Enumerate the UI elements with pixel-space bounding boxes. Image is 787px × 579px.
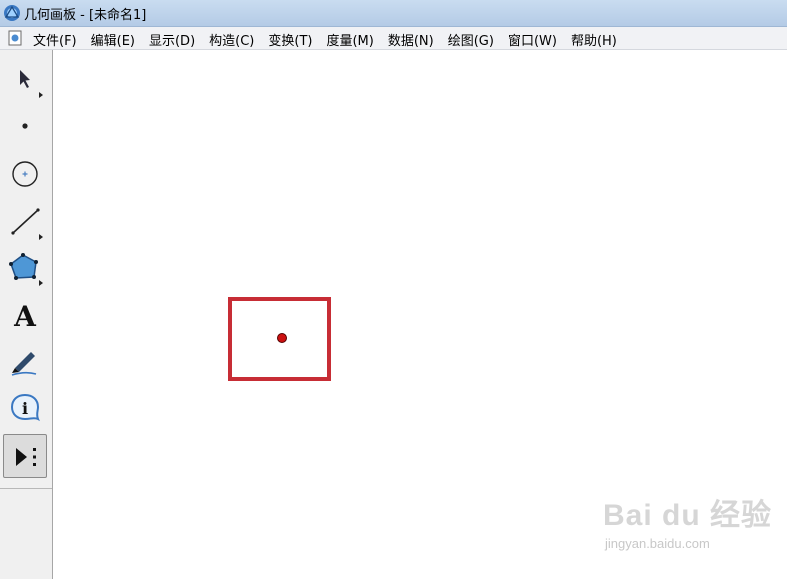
- marker-icon: [11, 352, 37, 376]
- menu-transform[interactable]: 变换(T): [268, 30, 312, 49]
- watermark-logo: Bai du 经验: [603, 499, 773, 532]
- text-tool[interactable]: A: [3, 294, 47, 338]
- compass-tool[interactable]: [3, 152, 47, 196]
- watermark-url: jingyan.baidu.com: [605, 536, 710, 551]
- text-tool-glyph: A: [13, 300, 37, 333]
- point-tool[interactable]: [3, 104, 47, 148]
- compass-icon: [12, 161, 38, 187]
- menu-data[interactable]: 数据(N): [388, 30, 434, 49]
- document-icon[interactable]: [8, 30, 22, 46]
- polygon-icon: [9, 253, 43, 286]
- menu-file[interactable]: 文件(F): [33, 30, 77, 49]
- segment-icon: [11, 208, 43, 240]
- menu-display[interactable]: 显示(D): [149, 30, 195, 49]
- point-icon: [22, 123, 28, 129]
- menu-help[interactable]: 帮助(H): [571, 30, 617, 49]
- menu-items: 文件(F) 编辑(E) 显示(D) 构造(C) 变换(T) 度量(M) 数据(N…: [33, 30, 631, 49]
- arrow-tool[interactable]: [3, 58, 47, 102]
- tool-palette: A i: [0, 50, 53, 579]
- info-icon: i: [10, 393, 40, 422]
- info-tool-glyph: i: [22, 399, 28, 418]
- marker-tool[interactable]: [3, 340, 47, 384]
- menu-window[interactable]: 窗口(W): [508, 30, 557, 49]
- sketch-canvas[interactable]: Bai du 经验 jingyan.baidu.com: [53, 50, 787, 579]
- title-bar: 几何画板 - [未命名1]: [0, 0, 787, 27]
- menu-edit[interactable]: 编辑(E): [91, 30, 135, 49]
- watermark: Bai du 经验 jingyan.baidu.com: [603, 490, 787, 570]
- custom-tool-icon: [16, 448, 36, 466]
- menu-measure[interactable]: 度量(M): [326, 30, 373, 49]
- arrow-icon: [20, 70, 43, 98]
- app-icon: [2, 3, 22, 23]
- menu-construct[interactable]: 构造(C): [209, 30, 254, 49]
- custom-tool[interactable]: [3, 434, 47, 478]
- straightedge-tool[interactable]: [3, 200, 47, 244]
- window-title: 几何画板 - [未命名1]: [24, 8, 147, 23]
- text-icon: A: [13, 300, 37, 333]
- menu-graph[interactable]: 绘图(G): [448, 30, 494, 49]
- toolbar-separator: [0, 488, 52, 489]
- menu-bar: 文件(F) 编辑(E) 显示(D) 构造(C) 变换(T) 度量(M) 数据(N…: [0, 27, 787, 50]
- polygon-tool[interactable]: [3, 246, 47, 290]
- information-tool[interactable]: i: [3, 386, 47, 430]
- constructed-point[interactable]: [277, 333, 287, 343]
